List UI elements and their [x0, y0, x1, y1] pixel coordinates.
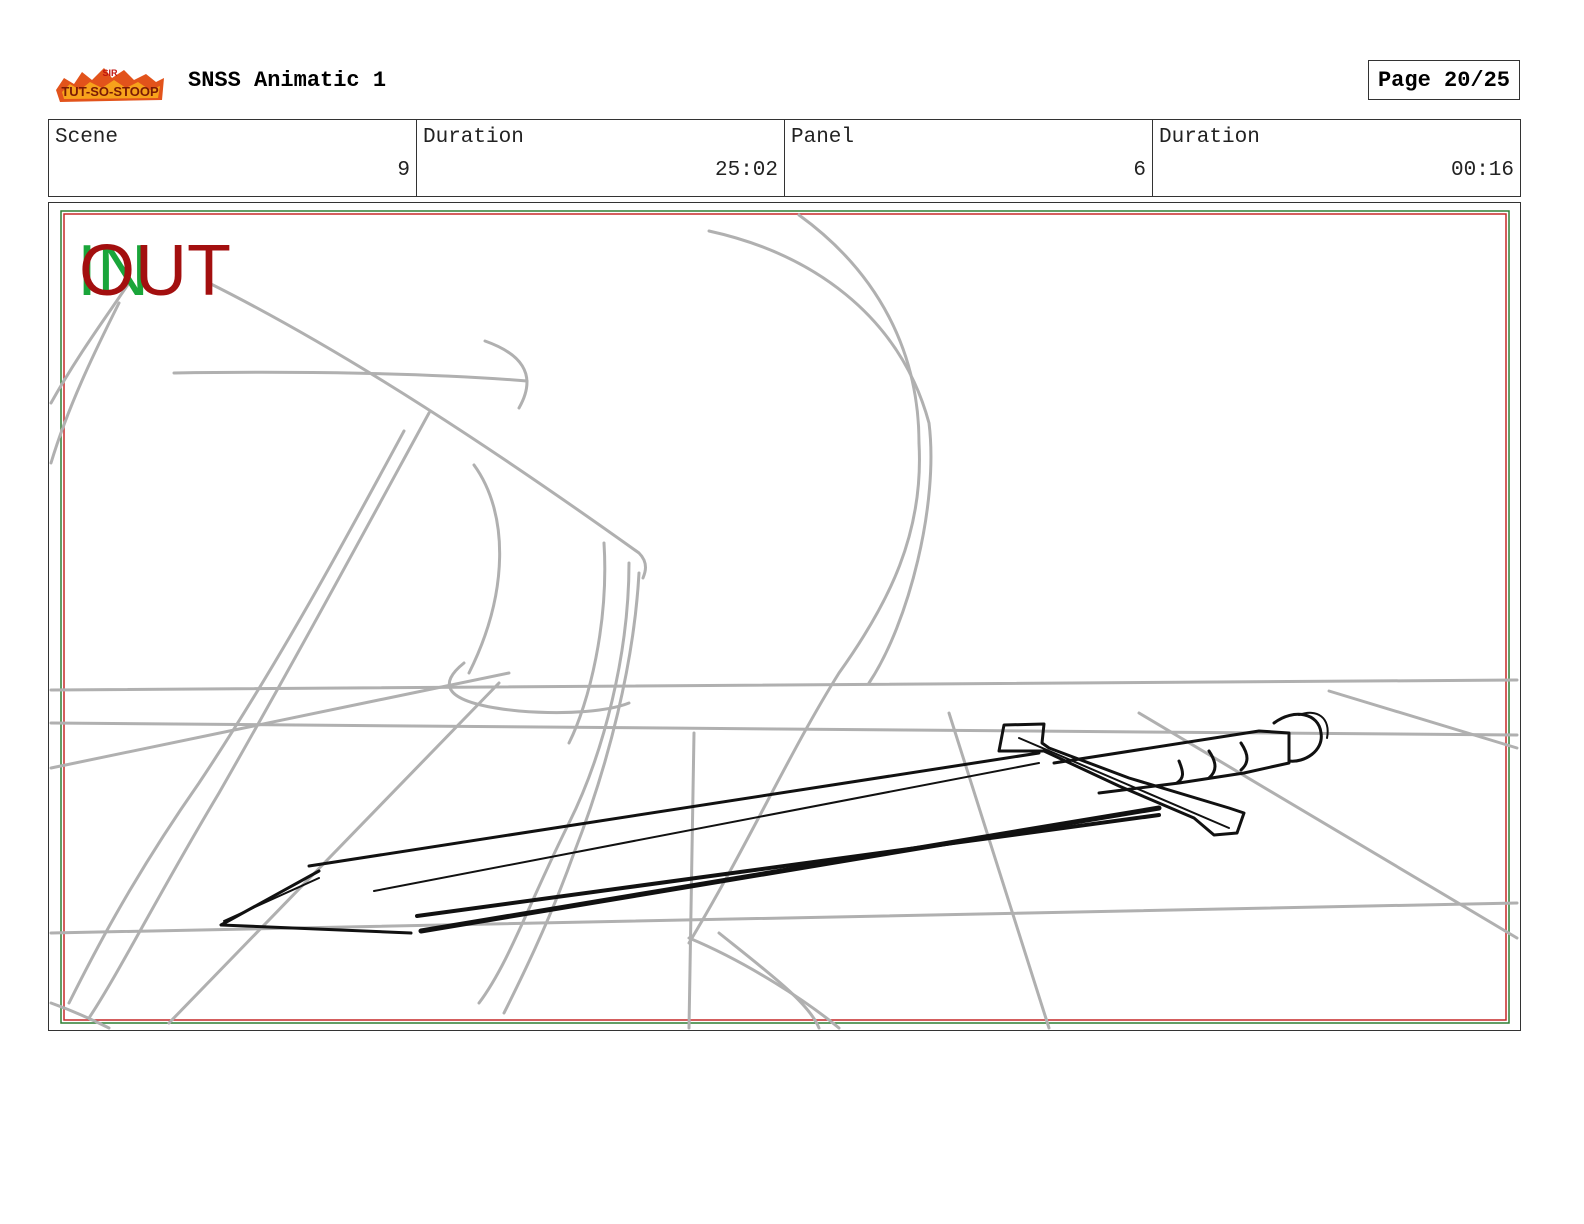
panel-sketch [49, 210, 1519, 1030]
scene-duration-value: 25:02 [714, 159, 778, 182]
info-table: Scene 9 Duration 25:02 Panel 6 Duration … [48, 119, 1521, 197]
rough-sketch [49, 213, 1519, 1030]
page-indicator: Page 20/25 [1368, 60, 1520, 100]
sword-icon [219, 711, 1329, 935]
svg-text:SIR: SIR [102, 68, 118, 78]
panel-duration-label: Duration [1159, 126, 1260, 149]
svg-text:TUT-SO-STOOP: TUT-SO-STOOP [61, 84, 159, 99]
out-marker: OUT [79, 231, 231, 311]
in-out-marker: IN OUT [77, 231, 247, 311]
panel-duration-cell: Duration 00:16 [1153, 120, 1520, 196]
panel-duration-value: 00:16 [1450, 159, 1514, 182]
panel-cell: Panel 6 [785, 120, 1153, 196]
scene-cell: Scene 9 [49, 120, 417, 196]
scene-duration-cell: Duration 25:02 [417, 120, 785, 196]
frame-red [63, 213, 1507, 1021]
scene-duration-label: Duration [423, 126, 524, 149]
logo: TUT-SO-STOOP SIR [52, 60, 168, 106]
panel-value: 6 [1133, 159, 1146, 182]
storyboard-panel: IN OUT [48, 202, 1521, 1031]
document-title: SNSS Animatic 1 [188, 68, 387, 93]
panel-label: Panel [791, 126, 855, 149]
frame-green [60, 210, 1510, 1024]
scene-value: 9 [397, 159, 410, 182]
scene-label: Scene [55, 126, 119, 149]
